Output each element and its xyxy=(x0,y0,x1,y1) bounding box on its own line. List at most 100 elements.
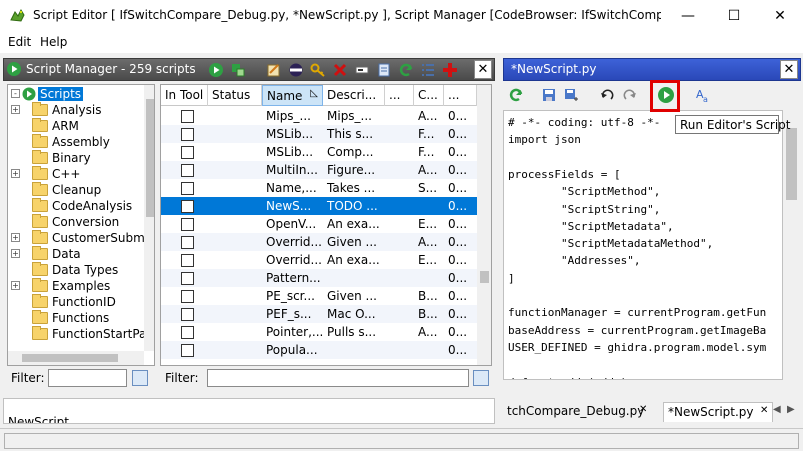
tree-item[interactable]: CodeAnalysis xyxy=(32,198,132,214)
new-script-icon[interactable] xyxy=(376,62,392,78)
in-tool-checkbox[interactable] xyxy=(181,146,194,159)
maximize-button[interactable]: ☐ xyxy=(711,0,757,32)
tab-scroll-right-icon[interactable]: ▶ xyxy=(787,404,795,415)
tree-item[interactable]: Cleanup xyxy=(32,182,101,198)
in-tool-checkbox[interactable] xyxy=(181,272,194,285)
close-tab-icon[interactable]: ✕ xyxy=(639,404,647,415)
table-row[interactable]: Mips_... Mips_... A... 0... xyxy=(161,107,477,125)
col-status[interactable]: Status xyxy=(208,85,262,106)
col-last[interactable]: ... xyxy=(444,85,477,106)
tree-item[interactable]: + C++ xyxy=(11,166,81,182)
font-size-icon[interactable]: Aa xyxy=(695,87,711,103)
save-as-icon[interactable] xyxy=(563,87,579,103)
menu-help[interactable]: Help xyxy=(40,35,67,49)
close-script-manager-button[interactable]: ✕ xyxy=(474,60,492,79)
table-row[interactable]: Pattern... 0... xyxy=(161,269,477,287)
table-row[interactable]: MSLib... Comp... F... 0... xyxy=(161,143,477,161)
rename-icon[interactable] xyxy=(354,62,370,78)
tree-item[interactable]: ARM xyxy=(32,118,79,134)
help-plus-icon[interactable] xyxy=(442,62,458,78)
table-row[interactable]: OpenV... An exa... E... 0... xyxy=(161,215,477,233)
in-tool-checkbox[interactable] xyxy=(181,344,194,357)
tree-root-scripts[interactable]: - Scripts xyxy=(11,86,84,102)
tree-item[interactable]: + Data xyxy=(11,246,81,262)
tree-expander-icon[interactable]: - xyxy=(11,89,20,98)
tree-item[interactable]: Functions xyxy=(32,310,109,326)
tree-expander-icon[interactable]: + xyxy=(11,249,20,258)
col-category[interactable]: C... xyxy=(414,85,444,106)
menu-edit[interactable]: Edit xyxy=(8,35,31,49)
tree-vertical-scrollbar[interactable] xyxy=(144,85,154,351)
tab-scroll-left-icon[interactable]: ◀ xyxy=(773,404,781,415)
in-tool-checkbox[interactable] xyxy=(181,128,194,141)
tree-item[interactable]: + Analysis xyxy=(11,102,101,118)
table-row[interactable]: Pointer,... Pulls s... A... 0... xyxy=(161,323,477,341)
in-tool-checkbox[interactable] xyxy=(181,254,194,267)
table-row[interactable]: MultiIn... Figure... A... 0... xyxy=(161,161,477,179)
tree-item[interactable]: Conversion xyxy=(32,214,119,230)
tab-ifswitchcompare[interactable]: tchCompare_Debug.py ✕ xyxy=(503,402,649,422)
in-tool-checkbox[interactable] xyxy=(181,236,194,249)
tree-hscroll-thumb[interactable] xyxy=(22,354,118,362)
table-row[interactable]: Overrid... Given ... A... 0... xyxy=(161,233,477,251)
close-editor-button[interactable]: ✕ xyxy=(780,60,798,79)
redo-icon[interactable] xyxy=(622,87,638,103)
save-icon[interactable] xyxy=(541,87,557,103)
tree-item[interactable]: FunctionID xyxy=(32,294,116,310)
table-vertical-scrollbar[interactable] xyxy=(477,85,491,365)
tree-expander-icon[interactable]: + xyxy=(11,281,20,290)
in-tool-checkbox[interactable] xyxy=(181,182,194,195)
refresh-editor-icon[interactable] xyxy=(508,87,524,103)
tree-item[interactable]: Binary xyxy=(32,150,91,166)
tree-item[interactable]: Data Types xyxy=(32,262,118,278)
tree-expander-icon[interactable]: + xyxy=(11,233,20,242)
in-tool-checkbox[interactable] xyxy=(181,200,194,213)
minimize-button[interactable]: — xyxy=(665,0,711,32)
in-tool-checkbox[interactable] xyxy=(181,218,194,231)
close-tab-icon[interactable]: ✕ xyxy=(760,405,768,416)
edit-script-icon[interactable] xyxy=(266,62,282,78)
table-row[interactable]: PEF_s... Mac O... B... 0... xyxy=(161,305,477,323)
editor-vertical-scrollbar[interactable] xyxy=(783,110,800,380)
refresh-icon[interactable] xyxy=(398,62,414,78)
table-row[interactable]: PE_scr... Given ... B... 0... xyxy=(161,287,477,305)
key-bindings-icon[interactable] xyxy=(230,62,246,78)
tree-expander-icon[interactable]: + xyxy=(11,105,20,114)
col-description[interactable]: Descri... xyxy=(323,85,385,106)
table-row[interactable]: MSLib... This s... F... 0... xyxy=(161,125,477,143)
table-filter-input[interactable] xyxy=(207,369,469,387)
run-script-icon[interactable] xyxy=(6,61,22,77)
tree-filter-input[interactable] xyxy=(48,369,127,387)
in-tool-checkbox[interactable] xyxy=(181,110,194,123)
tab-newscript[interactable]: *NewScript.py ✕ xyxy=(663,402,773,422)
table-row[interactable]: Overrid... An exa... E... 0... xyxy=(161,251,477,269)
code-editor[interactable]: # -*- coding: utf-8 -*- import json proces… xyxy=(503,110,783,380)
tree-clear-filter-icon[interactable] xyxy=(132,370,148,386)
col-in-tool[interactable]: In Tool xyxy=(161,85,208,106)
key-icon[interactable] xyxy=(310,62,326,78)
tree-item[interactable]: FunctionStartPa xyxy=(32,326,146,342)
in-tool-checkbox[interactable] xyxy=(181,290,194,303)
in-tool-checkbox[interactable] xyxy=(181,326,194,339)
tree-item[interactable]: + Examples xyxy=(11,278,110,294)
col-extra[interactable]: ... xyxy=(385,85,414,106)
tree-item[interactable]: + CustomerSubm xyxy=(11,230,145,246)
undo-icon[interactable] xyxy=(599,87,615,103)
table-clear-filter-icon[interactable] xyxy=(473,370,489,386)
tree-scroll-thumb[interactable] xyxy=(146,99,154,217)
table-row[interactable]: Popula... 0... xyxy=(161,341,477,359)
close-window-button[interactable]: ✕ xyxy=(757,0,803,32)
script-directories-icon[interactable] xyxy=(420,62,436,78)
in-tool-checkbox[interactable] xyxy=(181,308,194,321)
table-row[interactable]: NewS... TODO ... 0... xyxy=(161,197,477,215)
tree-horizontal-scrollbar[interactable] xyxy=(8,351,144,365)
in-tool-checkbox[interactable] xyxy=(181,164,194,177)
table-scroll-thumb[interactable] xyxy=(480,271,489,283)
col-name[interactable]: Name ◺ xyxy=(262,85,323,106)
delete-script-icon[interactable] xyxy=(332,62,348,78)
editor-scroll-thumb[interactable] xyxy=(786,128,797,200)
run-last-script-icon[interactable] xyxy=(208,62,224,78)
tree-item[interactable]: Assembly xyxy=(32,134,110,150)
table-row[interactable]: Name,... Takes ... S... 0... xyxy=(161,179,477,197)
eclipse-icon[interactable] xyxy=(288,62,304,78)
